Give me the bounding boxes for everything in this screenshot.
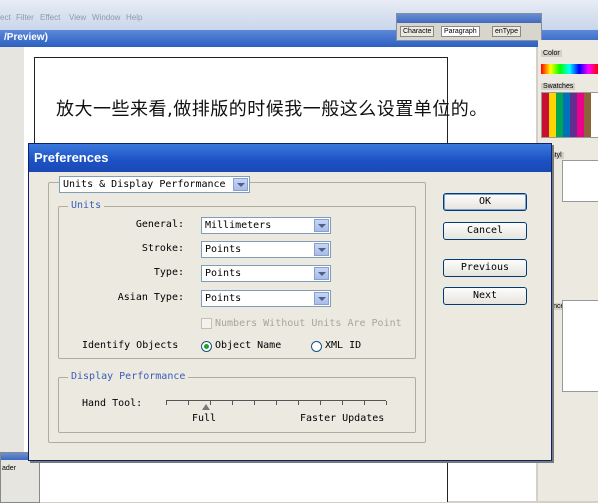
slider-tick [342,401,343,405]
type-unit-value: Points [205,268,242,279]
slider-left-label: Full [192,413,217,424]
type-label: Type: [153,267,184,278]
preferences-dialog: Preferences Units & Display Performance … [28,143,552,461]
cancel-button[interactable]: Cancel [443,222,527,240]
slider-thumb[interactable] [202,404,210,410]
menu-help[interactable]: Help [126,13,142,22]
color-spectrum[interactable] [541,64,598,74]
stroke-label: Stroke: [141,243,184,254]
chevron-down-icon[interactable] [233,178,248,191]
slider-tick [298,401,299,405]
slider-tick [364,401,365,405]
numbers-without-units-checkbox[interactable] [201,318,212,329]
category-select[interactable]: Units & Display Performance [59,176,250,193]
object-name-radio[interactable] [201,341,212,352]
brush-panel [562,160,598,202]
xml-id-label: XML ID [325,340,362,351]
character-panel: Characte Paragraph enType [396,13,542,41]
slider-tick [188,401,189,405]
toolbox [0,47,24,467]
previous-button[interactable]: Previous [443,259,527,277]
color-panel-title: Color [541,50,562,57]
general-label: General: [135,219,184,230]
category-value: Units & Display Performance [63,179,226,190]
numbers-without-units-label: Numbers Without Units Are Point [215,318,402,329]
menu-view[interactable]: View [69,13,86,22]
general-unit-select[interactable]: Millimeters [201,217,331,234]
chevron-down-icon[interactable] [314,292,329,305]
tab-paragraph[interactable]: Paragraph [441,26,480,37]
slider-tick [166,401,167,405]
menu-filter[interactable]: Filter [16,13,34,22]
slider-tick [320,401,321,405]
slider-tick [276,401,277,405]
panel-title: ader [2,465,17,472]
panel-titlebar [397,14,541,23]
menu-edit[interactable]: ect [0,13,11,22]
menu-effect[interactable]: Effect [40,13,60,22]
asian-type-unit-value: Points [205,293,242,304]
tab-character[interactable]: Characte [400,26,435,37]
asian-type-label: Asian Type: [117,292,184,303]
units-legend: Units [68,200,105,211]
ok-button[interactable]: OK [443,193,527,211]
canvas-text: 放大一些来看,做排版的时候我一般这么设置单位的。 [56,99,488,120]
general-unit-value: Millimeters [205,220,272,231]
dialog-title: Preferences [34,150,109,165]
hand-tool-label: Hand Tool: [82,398,143,409]
display-performance-legend: Display Performance [68,371,189,382]
slider-tick [210,401,211,405]
layers-list [562,300,598,392]
tab-opentype[interactable]: enType [492,26,521,37]
dialog-titlebar[interactable]: Preferences [29,144,551,172]
type-unit-select[interactable]: Points [201,265,331,282]
swatches-panel-title: Swatches [541,83,576,90]
slider-tick [386,401,387,405]
slider-tick [254,401,255,405]
xml-id-radio[interactable] [311,341,322,352]
stroke-unit-value: Points [205,244,242,255]
swatch-grid[interactable] [541,92,598,138]
chevron-down-icon[interactable] [314,267,329,280]
chevron-down-icon[interactable] [314,219,329,232]
asian-type-unit-select[interactable]: Points [201,290,331,307]
slider-right-label: Faster Updates [300,413,385,424]
stroke-unit-select[interactable]: Points [201,241,331,258]
menu-window[interactable]: Window [92,13,120,22]
next-button[interactable]: Next [443,287,527,305]
dialog-body: Units & Display Performance Units Genera… [44,171,544,452]
chevron-down-icon[interactable] [314,243,329,256]
object-name-label: Object Name [215,340,282,351]
slider-tick [232,401,233,405]
document-title: /Preview) [4,32,48,43]
identify-objects-label: Identify Objects [82,340,179,351]
